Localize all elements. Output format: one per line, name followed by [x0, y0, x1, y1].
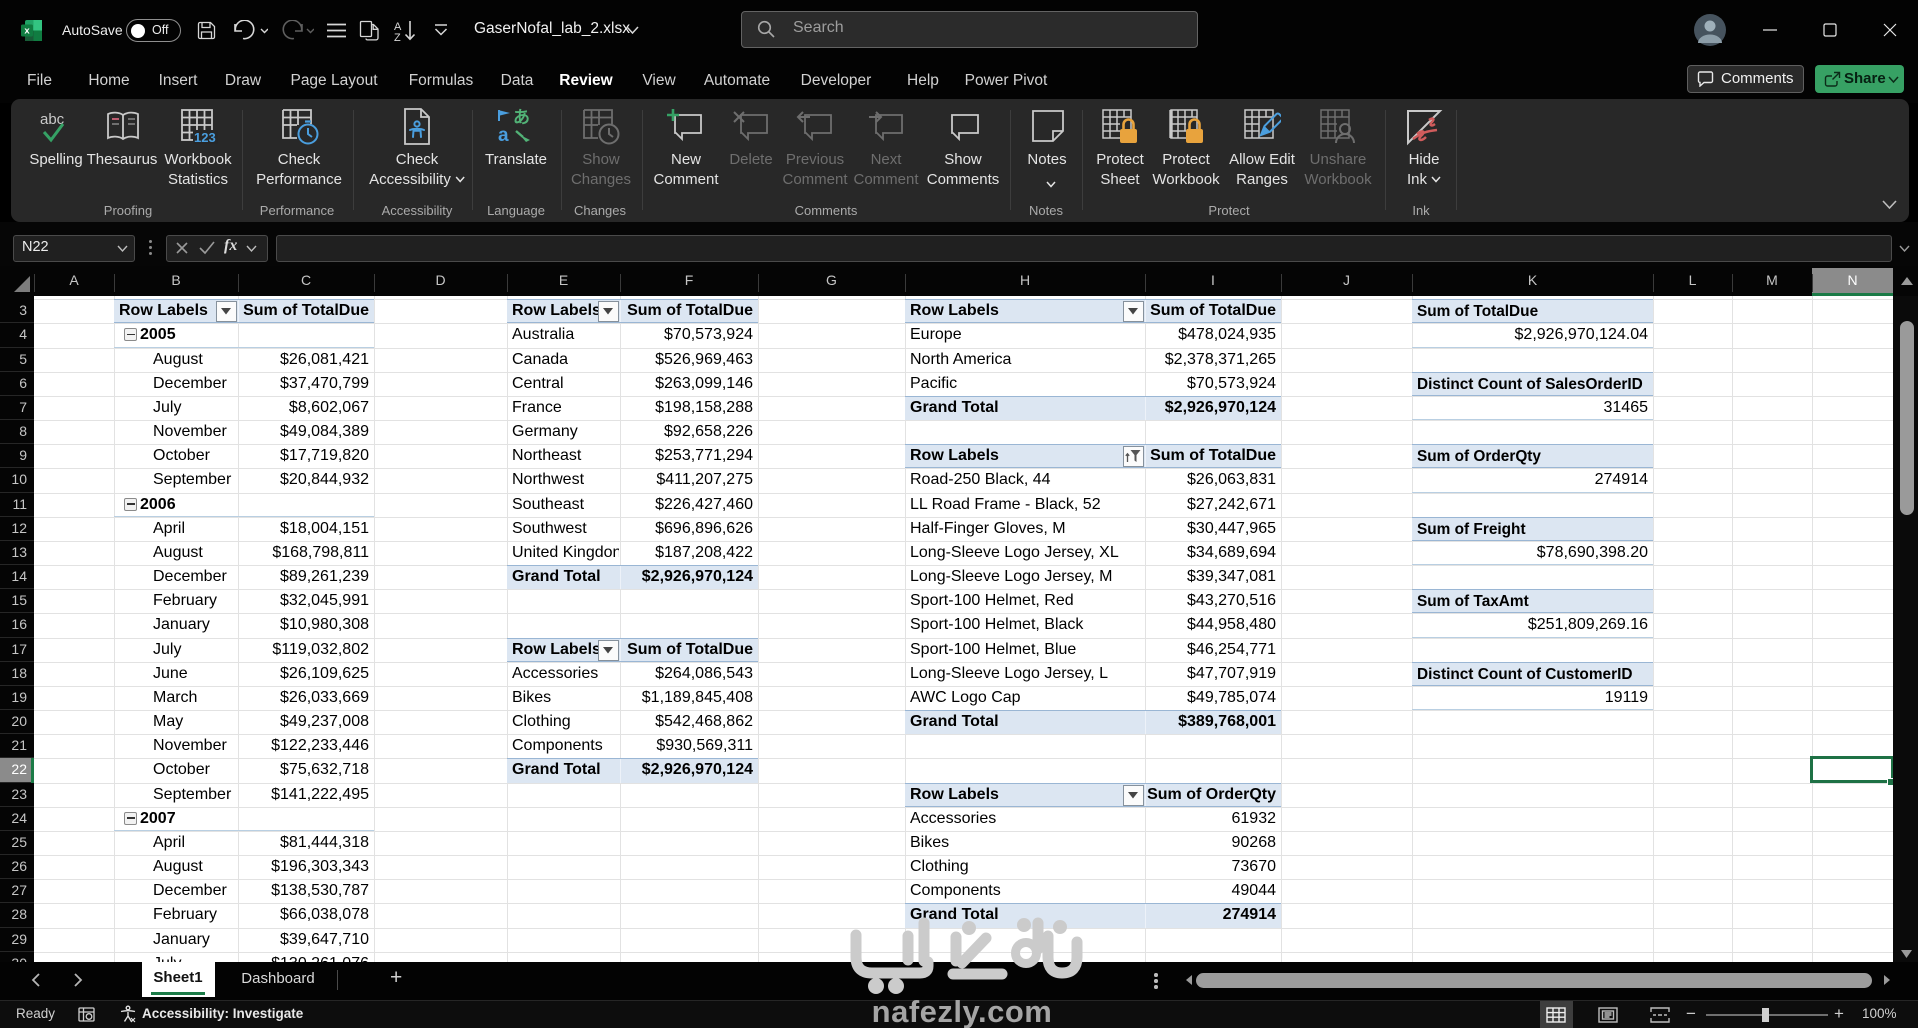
- svg-text:nafezly.com: nafezly.com: [872, 994, 1053, 1028]
